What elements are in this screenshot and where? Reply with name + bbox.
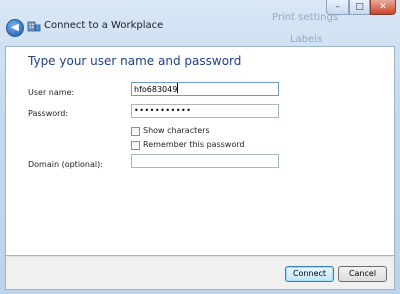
close-button[interactable]: ✕ <box>370 0 396 15</box>
remember-password-checkbox[interactable] <box>131 141 140 150</box>
page-title: Type your user name and password <box>28 54 242 68</box>
workplace-network-icon <box>27 21 41 32</box>
back-arrow-icon[interactable]: ◀ <box>6 19 24 37</box>
connect-button[interactable]: Connect <box>285 266 334 282</box>
username-label: User name: <box>28 88 75 97</box>
cancel-button[interactable]: Cancel <box>338 266 387 282</box>
password-field[interactable]: ••••••••••• <box>131 104 279 118</box>
domain-field[interactable] <box>131 154 279 168</box>
dialog-window: Print settings Labels – □ ✕ ◀ Connect to… <box>0 0 400 294</box>
username-field[interactable]: hfo683049 <box>131 82 279 96</box>
show-characters-checkbox[interactable] <box>131 127 140 136</box>
minimize-button[interactable]: – <box>326 0 349 15</box>
button-bar <box>5 256 395 290</box>
remember-password-label[interactable]: Remember this password <box>143 140 245 149</box>
text-caret <box>177 83 179 93</box>
password-label: Password: <box>28 109 69 118</box>
show-characters-label[interactable]: Show characters <box>143 126 210 135</box>
username-value: hfo683049 <box>134 85 178 94</box>
background-hint: Labels <box>290 34 323 45</box>
domain-label: Domain (optional): <box>28 160 103 169</box>
maximize-button[interactable]: □ <box>349 0 370 15</box>
window-title: Connect to a Workplace <box>44 20 164 31</box>
title-bar: Print settings Labels – □ ✕ ◀ Connect to… <box>0 0 400 46</box>
content-panel: Type your user name and password User na… <box>5 46 395 256</box>
